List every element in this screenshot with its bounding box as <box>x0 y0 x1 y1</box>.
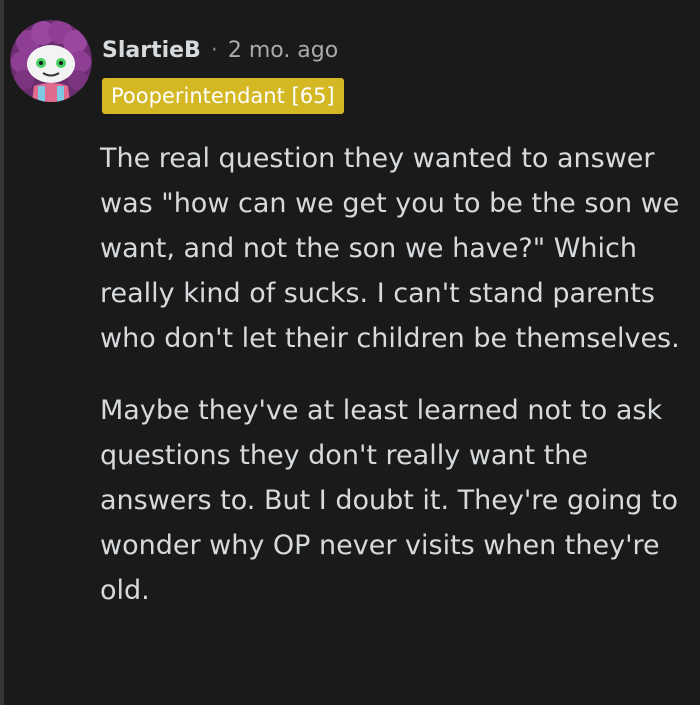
comment-header: SlartieB · 2 mo. ago <box>102 34 338 66</box>
comment: SlartieB · 2 mo. ago Pooperintendant [65… <box>10 0 700 705</box>
comment-paragraph: Maybe they've at least learned not to as… <box>100 395 679 606</box>
thread-line[interactable] <box>0 0 4 705</box>
comment-body: The real question they wanted to answer … <box>100 136 690 613</box>
timestamp[interactable]: 2 mo. ago <box>228 38 338 63</box>
username[interactable]: SlartieB <box>102 38 201 63</box>
comment-paragraph: The real question they wanted to answer … <box>100 143 680 354</box>
snoo-avatar-icon[interactable] <box>10 20 92 102</box>
avatar-image <box>10 20 92 102</box>
separator-dot: · <box>210 37 218 63</box>
user-flair: Pooperintendant [65] <box>102 78 344 114</box>
